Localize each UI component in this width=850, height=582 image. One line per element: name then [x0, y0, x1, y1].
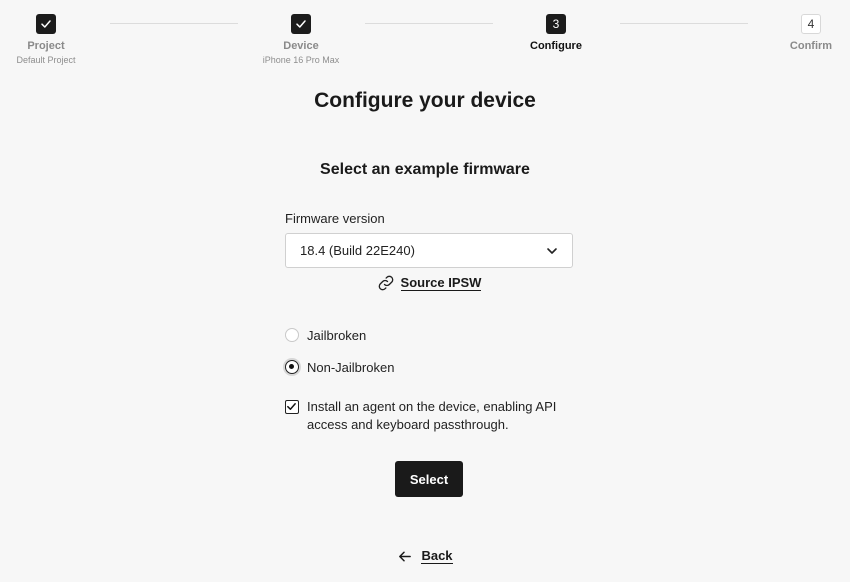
step-project-sub: Default Project	[16, 55, 76, 65]
radio-non-jailbroken[interactable]: Non-Jailbroken	[285, 358, 573, 376]
check-icon	[41, 20, 51, 28]
section-title: Select an example firmware	[320, 161, 530, 178]
chevron-down-icon	[547, 248, 557, 254]
back-label: Back	[421, 548, 453, 564]
firmware-version-label: Firmware version	[285, 211, 385, 226]
radio-jailbroken-control[interactable]	[285, 328, 299, 342]
agent-checkbox-label: Install an agent on the device, enabling…	[307, 399, 557, 432]
step-project-label: Project	[27, 40, 65, 52]
radio-non-jailbroken-control[interactable]	[285, 360, 299, 374]
arrow-left-icon	[399, 551, 412, 561]
back-link[interactable]: Back	[0, 548, 850, 564]
check-icon	[287, 403, 296, 410]
source-ipsw-label: Source IPSW	[400, 275, 482, 291]
step-device-status	[291, 14, 311, 34]
step-connector	[365, 23, 493, 24]
step-configure-label: Configure	[530, 40, 582, 52]
radio-non-jailbroken-label: Non-Jailbroken	[307, 359, 395, 375]
step-device[interactable]: Device iPhone 16 Pro Max	[241, 14, 361, 66]
link-icon	[378, 275, 393, 291]
step-confirm-number: 4	[801, 14, 821, 34]
step-device-label: Device	[283, 40, 319, 52]
firmware-version-select[interactable]: 18.4 (Build 22E240)	[285, 233, 573, 268]
step-configure: 3 Configure	[496, 14, 616, 53]
source-ipsw-link[interactable]: Source IPSW	[285, 274, 573, 292]
step-configure-number: 3	[546, 14, 566, 34]
stepper: Project Default Project Device iPhone 16…	[0, 0, 850, 70]
page-title: Configure your device	[314, 89, 536, 112]
step-project[interactable]: Project Default Project	[0, 14, 106, 66]
agent-option[interactable]: Install an agent on the device, enabling…	[285, 398, 573, 434]
agent-checkbox[interactable]	[285, 400, 299, 414]
radio-jailbroken-label: Jailbroken	[307, 327, 367, 343]
firmware-form: Firmware version 18.4 (Build 22E240) Sou…	[285, 210, 573, 434]
step-connector	[110, 23, 238, 24]
radio-jailbroken[interactable]: Jailbroken	[285, 326, 573, 344]
step-confirm: 4 Confirm	[751, 14, 850, 53]
check-icon	[296, 20, 306, 28]
firmware-version-value: 18.4 (Build 22E240)	[300, 243, 415, 258]
step-device-sub: iPhone 16 Pro Max	[262, 55, 340, 65]
step-confirm-label: Confirm	[789, 40, 833, 52]
step-project-status	[36, 14, 56, 34]
step-connector	[620, 23, 748, 24]
select-button[interactable]: Select	[395, 461, 463, 497]
